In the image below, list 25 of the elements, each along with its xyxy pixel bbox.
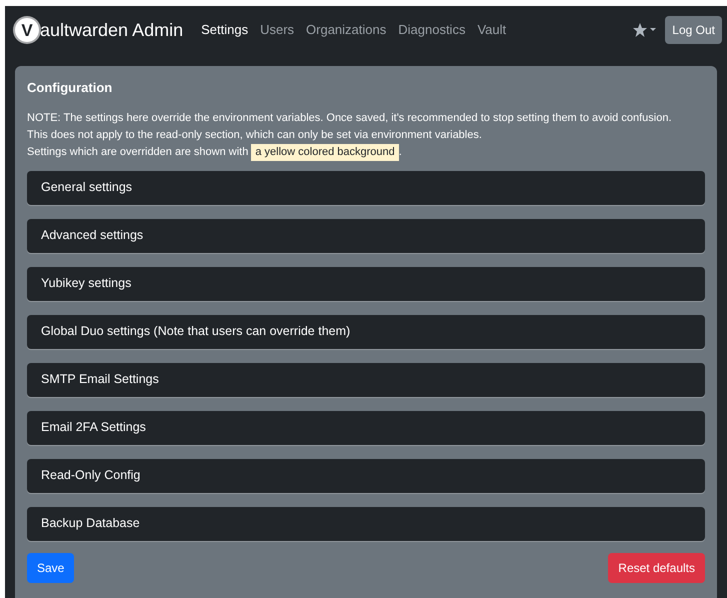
section-header[interactable]: Yubikey settings: [27, 266, 705, 300]
section-header[interactable]: Read-Only Config: [27, 458, 705, 492]
note-text: NOTE: The settings here override the environment variables. Once saved, it's recommended to stop setting them to avoid confusion.: [27, 110, 673, 126]
nav-link[interactable]: Settings: [201, 20, 248, 40]
section-header[interactable]: General settings: [27, 170, 705, 204]
highlight-sample: a yellow colored background: [251, 144, 399, 160]
star-dropdown-icon[interactable]: [633, 23, 658, 37]
save-button[interactable]: Save: [27, 552, 74, 582]
logo-icon: V: [15, 18, 39, 42]
nav-link[interactable]: Organizations: [306, 20, 386, 40]
section-header[interactable]: Email 2FA Settings: [27, 410, 705, 444]
nav-link[interactable]: Vault: [477, 20, 506, 40]
section-header[interactable]: SMTP Email Settings: [27, 362, 705, 396]
card-title: Configuration: [27, 79, 114, 97]
note-text: Settings which are overridden are shown with: [27, 144, 248, 160]
brand-title[interactable]: aultwarden Admin: [40, 16, 184, 44]
nav-link[interactable]: Diagnostics: [398, 20, 466, 40]
section-header[interactable]: Global Duo settings (Note that users can override them): [27, 314, 705, 348]
note-text: This does not apply to the read-only section, which can only be set via environment variables.: [27, 128, 483, 142]
section-header[interactable]: Advanced settings: [27, 218, 705, 252]
nav-link[interactable]: Users: [260, 20, 294, 40]
section-header[interactable]: Backup Database: [27, 506, 705, 540]
note-text: .: [398, 144, 402, 160]
reset-defaults-button[interactable]: Reset defaults: [608, 552, 705, 582]
logout-button[interactable]: Log Out: [665, 16, 722, 44]
